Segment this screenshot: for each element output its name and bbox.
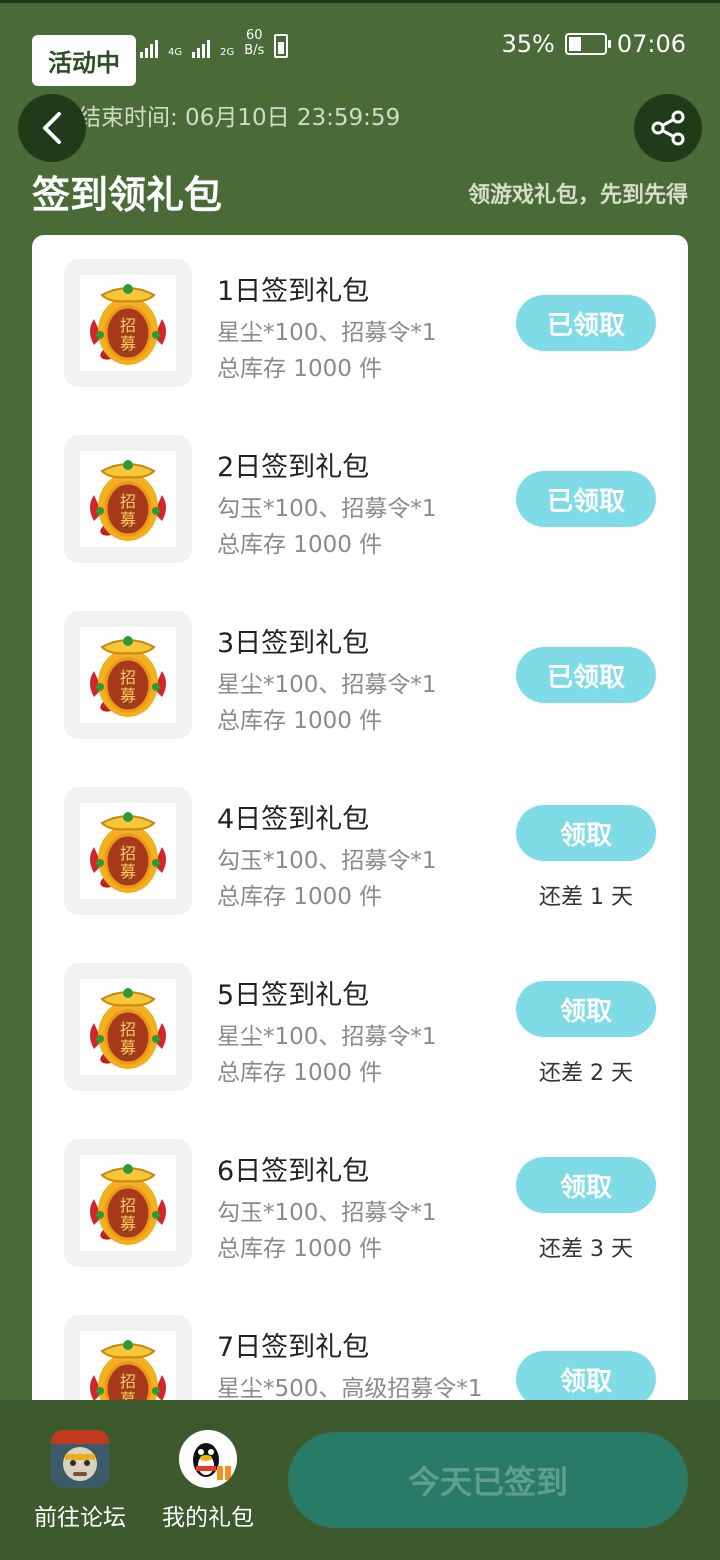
net-speed: 60 B/s [244,28,265,58]
gift-thumbnail: 招募 [64,611,192,739]
gift-stock: 总库存 1000 件 [217,1060,383,1086]
bottom-bar: 前往论坛 我的礼包 今天已签到 [0,1400,720,1560]
token-glyph-bottom: 募 [120,334,136,353]
gift-name: 3日签到礼包 [217,628,370,659]
gift-name: 4日签到礼包 [217,804,370,835]
signal-icon-2 [192,36,211,58]
gift-thumbnail: 招募 [64,963,192,1091]
gift-name: 1日签到礼包 [217,276,370,307]
gift-thumbnail: 招募 [64,259,192,387]
gift-name: 7日签到礼包 [217,1332,370,1363]
battery-saver-icon [274,34,289,58]
gift-stock: 总库存 1000 件 [217,708,383,734]
gift-row: 招募 5日签到礼包星尘*100、招募令*1 总库存 1000 件 领取还差 2 天 [32,939,688,1115]
game-avatar-icon [51,1430,109,1488]
share-button[interactable] [634,94,702,162]
recruit-token-icon: 招募 [80,979,176,1075]
clock: 07:06 [616,30,686,58]
gift-stock: 总库存 1000 件 [217,356,383,382]
days-remaining: 还差 1 天 [539,885,633,910]
token-glyph-top: 招 [120,1196,136,1215]
token-glyph-top: 招 [120,492,136,511]
token-glyph-bottom: 募 [120,1038,136,1057]
recruit-token-icon: 招募 [80,803,176,899]
gift-contents: 勾玉*100、招募令*1 [217,496,437,522]
claim-button[interactable]: 领取 [516,1157,656,1213]
battery-percent: 35% [501,30,555,58]
gift-contents: 勾玉*100、招募令*1 [217,848,437,874]
gift-contents: 星尘*500、高级招募令*1 [217,1376,483,1402]
token-glyph-top: 招 [120,316,136,335]
recruit-token-icon: 招募 [80,627,176,723]
gift-name: 5日签到礼包 [217,980,370,1011]
my-gifts-nav[interactable]: 我的礼包 [148,1430,268,1532]
days-remaining: 还差 3 天 [539,1237,633,1262]
claim-button[interactable]: 领取 [516,805,656,861]
page-subtitle: 领游戏礼包，先到先得 [467,183,688,208]
activity-end-time: 活动结束时间: 06月10日 23:59:59 [32,105,401,131]
gift-row: 招募 1日签到礼包星尘*100、招募令*1 总库存 1000 件 已领取 [32,235,688,411]
gift-contents: 星尘*100、招募令*1 [217,672,437,698]
battery-icon [564,33,611,55]
token-glyph-bottom: 募 [120,686,136,705]
status-left: 4G 2G 60 B/s [140,28,289,58]
gift-thumbnail: 招募 [64,1139,192,1267]
signal-label-2: 2G [220,47,235,58]
token-glyph-bottom: 募 [120,1214,136,1233]
token-glyph-bottom: 募 [120,510,136,529]
gift-stock: 总库存 1000 件 [217,532,383,558]
signal-label-1: 4G [168,47,183,58]
token-glyph-top: 招 [120,668,136,687]
gift-contents: 星尘*100、招募令*1 [217,320,437,346]
claim-button[interactable]: 已领取 [516,647,656,703]
gift-row: 招募 3日签到礼包星尘*100、招募令*1 总库存 1000 件 已领取 [32,587,688,763]
gift-name: 2日签到礼包 [217,452,370,483]
gift-thumbnail: 招募 [64,435,192,563]
gift-thumbnail: 招募 [64,787,192,915]
recruit-token-icon: 招募 [80,1155,176,1251]
qq-gift-icon [179,1430,237,1488]
gift-contents: 勾玉*100、招募令*1 [217,1200,437,1226]
back-button[interactable] [18,94,86,162]
chevron-left-icon [43,112,61,144]
my-gifts-label: 我的礼包 [162,1505,254,1531]
gift-row: 招募 6日签到礼包勾玉*100、招募令*1 总库存 1000 件 领取还差 3 天 [32,1115,688,1291]
gift-name: 6日签到礼包 [217,1156,370,1187]
token-glyph-top: 招 [120,844,136,863]
top-edge [0,0,720,3]
page-title: 签到领礼包 [32,173,223,217]
share-icon [651,110,685,146]
status-badge: 活动中 [32,35,136,86]
forum-nav[interactable]: 前往论坛 [20,1430,140,1532]
gift-stock: 总库存 1000 件 [217,1236,383,1262]
recruit-token-icon: 招募 [80,451,176,547]
days-remaining: 还差 2 天 [539,1061,633,1086]
token-glyph-bottom: 募 [120,862,136,881]
claim-button[interactable]: 已领取 [516,471,656,527]
gift-row: 招募 2日签到礼包勾玉*100、招募令*1 总库存 1000 件 已领取 [32,411,688,587]
signed-today-button[interactable]: 今天已签到 [288,1432,688,1528]
recruit-token-icon: 招募 [80,275,176,371]
claim-button[interactable]: 领取 [516,981,656,1037]
claim-button[interactable]: 领取 [516,1351,656,1407]
status-right: 35% 07:06 [501,30,686,58]
token-glyph-top: 招 [120,1020,136,1039]
forum-label: 前往论坛 [34,1505,126,1531]
token-glyph-top: 招 [120,1372,136,1391]
gift-contents: 星尘*100、招募令*1 [217,1024,437,1050]
claim-button[interactable]: 已领取 [516,295,656,351]
signal-icon [140,36,158,58]
gift-row: 招募 4日签到礼包勾玉*100、招募令*1 总库存 1000 件 领取还差 1 天 [32,763,688,939]
gift-list: 招募 1日签到礼包 星尘*100、招募令*1 总库存 1000 件已领取招募 2日签到礼… [32,235,688,1435]
gift-stock: 总库存 1000 件 [217,884,383,910]
